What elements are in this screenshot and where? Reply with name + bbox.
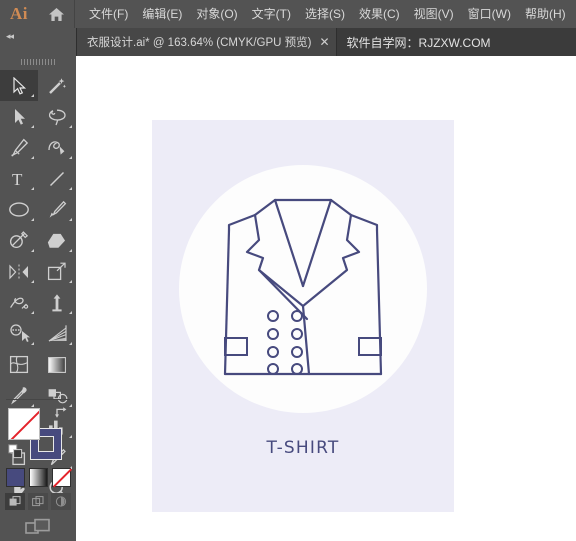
- ai-logo-icon: Ai: [10, 4, 28, 23]
- tool-corner-marker: [31, 218, 34, 221]
- type-tool[interactable]: T: [0, 163, 38, 194]
- menu-file[interactable]: 文件(F): [82, 0, 135, 28]
- menu-help[interactable]: 帮助(H): [518, 0, 573, 28]
- tool-panel-header: ◂◂: [0, 28, 77, 56]
- tab-strip: 衣服设计.ai* @ 163.64% (CMYK/GPU 预览) ✕ 软件自学网…: [77, 28, 576, 56]
- width-tool[interactable]: [0, 287, 38, 318]
- menu-window[interactable]: 窗口(W): [461, 0, 518, 28]
- default-fill-stroke-icon[interactable]: [8, 444, 23, 464]
- draw-behind-button[interactable]: [28, 493, 48, 510]
- menu-object[interactable]: 对象(O): [189, 0, 244, 28]
- swap-fill-stroke-icon[interactable]: [54, 406, 68, 424]
- direct-selection-tool[interactable]: [0, 101, 38, 132]
- none-mode-button[interactable]: [51, 468, 71, 487]
- fill-stroke-controls: [8, 406, 68, 466]
- tool-corner-marker: [69, 249, 72, 252]
- svg-text:T: T: [12, 170, 23, 188]
- tool-corner-marker: [31, 94, 34, 97]
- tool-corner-marker: [69, 156, 72, 159]
- line-segment-tool[interactable]: [38, 163, 76, 194]
- tool-corner-marker: [69, 187, 72, 190]
- menu-bar: Ai 文件(F) 编辑(E) 对象(O) 文字(T) 选择(S) 效果(C) 视…: [0, 0, 576, 28]
- watermark-text: 软件自学网：RJZXW.COM: [336, 28, 501, 56]
- tool-corner-marker: [69, 280, 72, 283]
- tool-corner-marker: [31, 342, 34, 345]
- tool-corner-marker: [31, 249, 34, 252]
- menu-effect[interactable]: 效果(C): [352, 0, 407, 28]
- menu-type[interactable]: 文字(T): [245, 0, 298, 28]
- tool-corner-marker: [31, 187, 34, 190]
- paint-mode-buttons: [0, 468, 76, 487]
- change-screen-mode-button[interactable]: [0, 517, 76, 537]
- menu-view[interactable]: 视图(V): [407, 0, 461, 28]
- home-icon[interactable]: [38, 0, 74, 28]
- menu-select[interactable]: 选择(S): [298, 0, 352, 28]
- draw-normal-button[interactable]: [5, 493, 25, 510]
- color-controls: [0, 399, 76, 541]
- tool-corner-marker: [69, 125, 72, 128]
- shape-builder-tool[interactable]: [0, 318, 38, 349]
- tool-corner-marker: [31, 311, 34, 314]
- menu-edit[interactable]: 编辑(E): [135, 0, 189, 28]
- tool-corner-marker: [69, 218, 72, 221]
- panel-drag-handle[interactable]: [0, 56, 76, 68]
- menu-items: 文件(F) 编辑(E) 对象(O) 文字(T) 选择(S) 效果(C) 视图(V…: [75, 0, 573, 28]
- lasso-tool[interactable]: [38, 101, 76, 132]
- fill-swatch[interactable]: [8, 408, 40, 440]
- color-mode-button[interactable]: [5, 468, 25, 487]
- paintbrush-tool[interactable]: [38, 194, 76, 225]
- canvas-area[interactable]: T-SHIRT: [76, 56, 576, 541]
- draw-inside-button[interactable]: [51, 493, 71, 510]
- scale-tool[interactable]: [38, 256, 76, 287]
- mesh-tool[interactable]: [0, 349, 38, 380]
- close-icon[interactable]: ✕: [319, 36, 329, 48]
- gradient-tool[interactable]: [38, 349, 76, 380]
- tool-corner-marker: [69, 311, 72, 314]
- artboard[interactable]: T-SHIRT: [152, 120, 454, 512]
- selection-tool[interactable]: [0, 70, 38, 101]
- tool-corner-marker: [31, 280, 34, 283]
- gradient-mode-button[interactable]: [28, 468, 48, 487]
- perspective-grid-tool[interactable]: [38, 318, 76, 349]
- collapse-panel-icon[interactable]: ◂◂: [6, 31, 14, 42]
- tools-panel: T: [0, 56, 77, 541]
- illustrator-window: Ai 文件(F) 编辑(E) 对象(O) 文字(T) 选择(S) 效果(C) 视…: [0, 0, 576, 541]
- tool-corner-marker: [69, 342, 72, 345]
- artwork-label[interactable]: T-SHIRT: [152, 438, 454, 458]
- document-tab-bar: ◂◂ 衣服设计.ai* @ 163.64% (CMYK/GPU 预览) ✕ 软件…: [0, 28, 576, 56]
- pen-tool[interactable]: [0, 132, 38, 163]
- no-fill-slash-icon: [9, 409, 39, 439]
- tool-corner-marker: [31, 156, 34, 159]
- draw-mode-buttons: [0, 493, 76, 510]
- curvature-tool[interactable]: [38, 132, 76, 163]
- magic-wand-tool[interactable]: [38, 70, 76, 101]
- watermark-label: 软件自学网：RJZXW.COM: [346, 35, 491, 50]
- document-tab[interactable]: 衣服设计.ai* @ 163.64% (CMYK/GPU 预览) ✕: [77, 28, 337, 56]
- shaper-tool[interactable]: [0, 225, 38, 256]
- eraser-tool[interactable]: [38, 225, 76, 256]
- free-transform-tool[interactable]: [38, 287, 76, 318]
- tool-corner-marker: [31, 125, 34, 128]
- vest-artwork[interactable]: [203, 188, 403, 398]
- document-tab-title: 衣服设计.ai* @ 163.64% (CMYK/GPU 预览): [87, 37, 312, 49]
- ellipse-tool[interactable]: [0, 194, 38, 225]
- color-divider: [6, 399, 70, 400]
- rotate-tool[interactable]: [0, 256, 38, 287]
